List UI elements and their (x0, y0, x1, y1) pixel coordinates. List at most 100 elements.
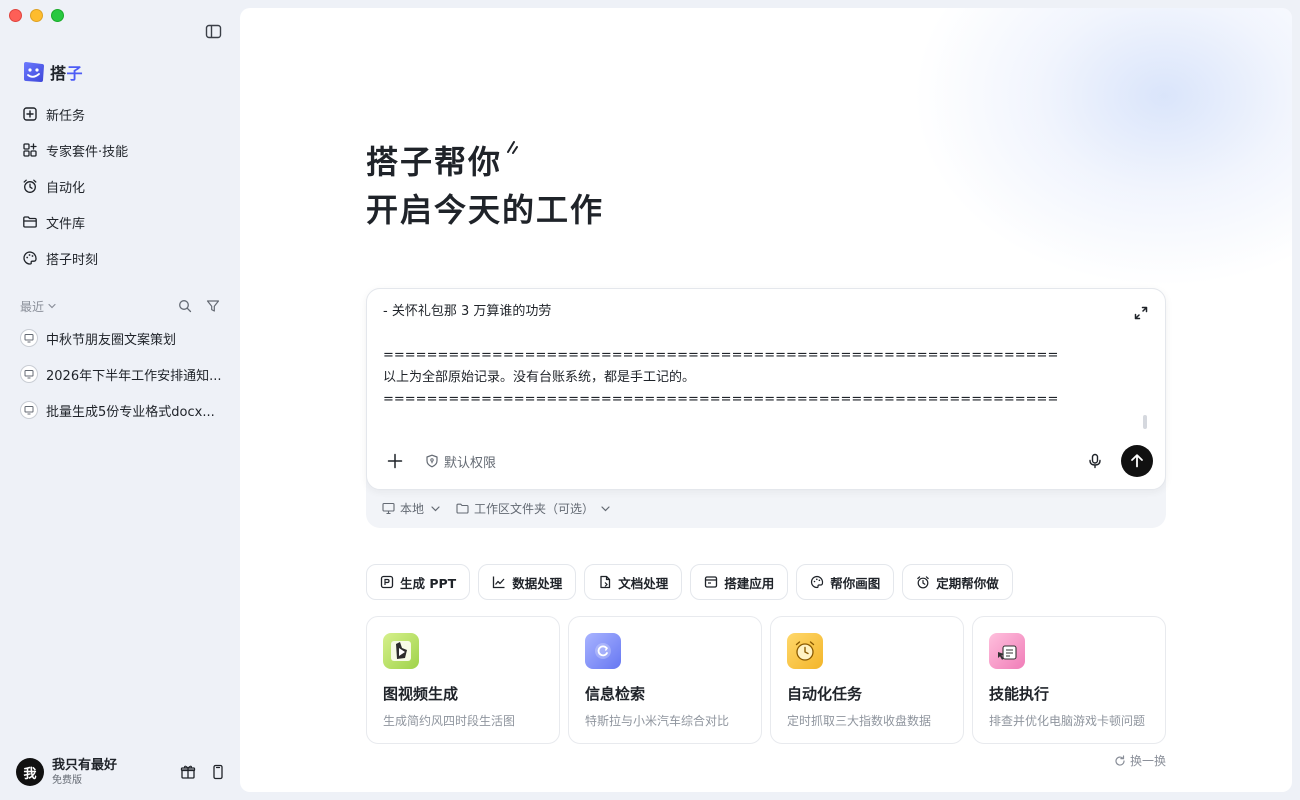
background-glow (912, 8, 1292, 288)
phone-icon[interactable] (210, 764, 226, 780)
card-skill-execution[interactable]: 技能执行 排查并优化电脑游戏卡顿问题 (972, 616, 1166, 744)
recent-tools (178, 299, 220, 313)
card-automation-task[interactable]: 自动化任务 定时抓取三大指数收盘数据 (770, 616, 964, 744)
recent-item-label: 2026年下半年工作安排通知... (46, 368, 222, 384)
nav-item-label: 专家套件·技能 (46, 144, 129, 160)
prompt-line: 以上为全部原始记录。没有台账系统，都是手工记的。 (383, 370, 696, 385)
scrollbar-thumb[interactable] (1143, 415, 1147, 429)
card-title: 图视频生成 (383, 685, 459, 703)
card-desc: 定时抓取三大指数收盘数据 (787, 714, 932, 728)
prompt-line: ========================================… (383, 348, 1059, 363)
nav-item-dazi-moments[interactable]: 搭子时刻 (12, 242, 228, 274)
add-attachment-button[interactable] (383, 449, 407, 473)
expand-icon[interactable] (1133, 305, 1149, 321)
search-icon[interactable] (178, 299, 192, 313)
chip-label: 生成 PPT (400, 575, 457, 591)
chip-document-processing[interactable]: 文档处理 (584, 564, 683, 600)
video-generation-icon (383, 633, 419, 669)
app-window-icon (705, 576, 718, 588)
folder-icon (456, 503, 469, 514)
skill-icon (989, 633, 1025, 669)
send-button[interactable] (1121, 445, 1153, 477)
card-title: 信息检索 (585, 685, 646, 703)
suggestion-cards: 图视频生成 生成简约风四时段生活图 信息检索 特斯拉与小米汽车综合对比 自动化任… (366, 616, 1166, 744)
card-desc: 排查并优化电脑游戏卡顿问题 (989, 714, 1146, 728)
user-tools (180, 764, 226, 780)
chip-build-app[interactable]: 搭建应用 (690, 564, 789, 600)
new-task-icon (23, 107, 37, 121)
recent-toggle[interactable]: 最近 (20, 298, 57, 315)
arrow-up-icon (1131, 454, 1143, 468)
zoom-window-button[interactable] (51, 9, 64, 22)
microphone-icon (1089, 453, 1101, 469)
chip-label: 数据处理 (512, 575, 563, 591)
card-title: 自动化任务 (787, 685, 863, 703)
close-window-button[interactable] (9, 9, 22, 22)
minimize-window-button[interactable] (30, 9, 43, 22)
document-icon (600, 575, 611, 589)
palette-icon (23, 251, 37, 265)
workspace-folder-select[interactable]: 工作区文件夹（可选） (456, 500, 612, 517)
app-logo[interactable]: 搭子 (22, 60, 83, 84)
hero: 搭子帮你 开启今天的工作 (366, 138, 604, 234)
window-controls (9, 9, 64, 22)
avatar[interactable]: 我 (16, 758, 44, 786)
location-label: 本地 (400, 502, 425, 516)
sidebar-toggle-icon[interactable] (205, 24, 223, 40)
refresh-label: 换一换 (1130, 754, 1167, 768)
permission-label: 默认权限 (444, 455, 497, 471)
permission-button[interactable]: 默认权限 (425, 452, 496, 471)
folder-icon (23, 216, 37, 228)
nav-item-label: 自动化 (46, 180, 86, 196)
recent-header: 最近 (20, 296, 220, 316)
chip-label: 帮你画图 (830, 575, 881, 591)
recent-list: 中秋节朋友圈文案策划 2026年下半年工作安排通知... 批量生成5份专业格式d… (12, 322, 228, 430)
palette-icon (811, 575, 824, 589)
nav-item-automation[interactable]: 自动化 (12, 170, 228, 202)
chip-help-draw[interactable]: 帮你画图 (796, 564, 895, 600)
card-image-video[interactable]: 图视频生成 生成简约风四时段生活图 (366, 616, 560, 744)
composer: - 关怀礼包那 3 万算谁的功劳 ========================… (366, 288, 1166, 490)
monitor-icon (382, 502, 395, 515)
monitor-icon (20, 401, 38, 419)
main-panel: 搭子帮你 开启今天的工作 - 关怀礼包那 3 万算谁的功劳 ===========… (240, 8, 1292, 792)
chip-data-processing[interactable]: 数据处理 (478, 564, 577, 600)
refresh-suggestions-button[interactable]: 换一换 (1114, 752, 1166, 769)
nav-item-file-library[interactable]: 文件库 (12, 206, 228, 238)
voice-input-button[interactable] (1085, 451, 1105, 471)
recent-item-label: 批量生成5份专业格式docx... (46, 404, 215, 420)
main-nav: 新任务 专家套件·技能 自动化 文件库 搭子时刻 (12, 98, 228, 278)
chip-label: 搭建应用 (724, 575, 775, 591)
recent-label: 最近 (20, 299, 45, 314)
card-info-search[interactable]: 信息检索 特斯拉与小米汽车综合对比 (568, 616, 762, 744)
chip-generate-ppt[interactable]: 生成 PPT (366, 564, 471, 600)
user-info[interactable]: 我只有最好 免费版 (52, 758, 117, 787)
grid-plus-icon (23, 143, 37, 157)
refresh-icon (1115, 754, 1125, 766)
ppt-icon (380, 575, 394, 589)
recent-item[interactable]: 批量生成5份专业格式docx... (12, 394, 228, 426)
recent-item[interactable]: 2026年下半年工作安排通知... (12, 358, 228, 390)
prompt-line (383, 323, 1123, 345)
hero-title-line2: 开启今天的工作 (366, 191, 605, 229)
filter-icon[interactable] (206, 299, 220, 313)
logo-text: 搭子 (50, 64, 84, 83)
chip-scheduled-task[interactable]: 定期帮你做 (902, 564, 1013, 600)
nav-item-new-task[interactable]: 新任务 (12, 98, 228, 130)
nav-item-expert-suite[interactable]: 专家套件·技能 (12, 134, 228, 166)
chip-label: 文档处理 (618, 575, 669, 591)
recent-item[interactable]: 中秋节朋友圈文案策划 (12, 322, 228, 354)
alarm-clock-icon (917, 576, 930, 589)
alarm-clock-icon (787, 633, 823, 669)
prompt-input[interactable]: - 关怀礼包那 3 万算谁的功劳 ========================… (383, 301, 1123, 411)
location-select[interactable]: 本地 (382, 500, 442, 517)
user-plan: 免费版 (52, 774, 82, 786)
composer-meta: 本地 工作区文件夹（可选） (382, 500, 612, 517)
chevron-down-icon (601, 506, 610, 512)
monitor-icon (20, 365, 38, 383)
shield-icon (426, 454, 438, 468)
search-orb-icon (585, 633, 621, 669)
gift-icon[interactable] (180, 764, 196, 780)
chevron-down-icon (48, 303, 56, 309)
sparkle-icon (507, 141, 519, 154)
